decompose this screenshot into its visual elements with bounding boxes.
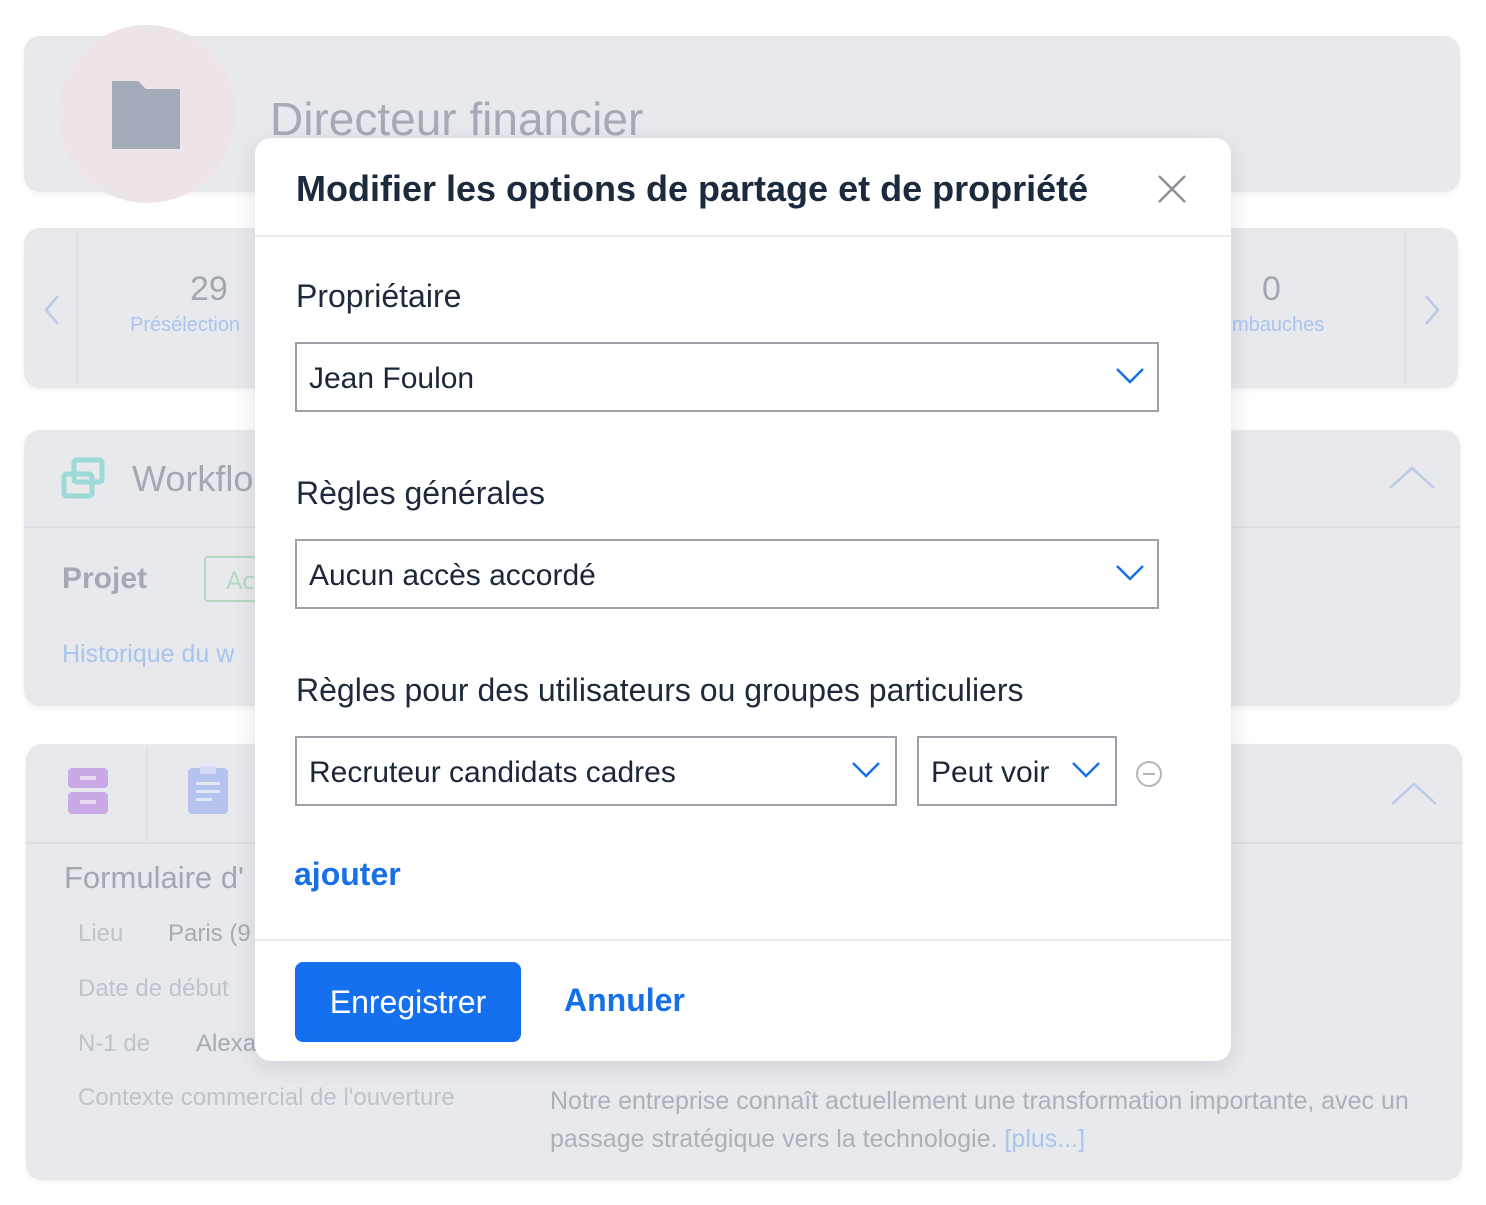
divider: [255, 939, 1231, 941]
field-label: Date de début: [78, 975, 229, 1002]
more-link[interactable]: [plus...]: [1004, 1125, 1085, 1153]
job-avatar: [58, 25, 236, 203]
chevron-up-icon[interactable]: [1390, 780, 1438, 806]
general-rules-select[interactable]: Aucun accès accordé: [295, 539, 1159, 609]
stat-value: 29: [190, 270, 228, 308]
field-value: Paris (9: [168, 920, 251, 947]
field-value: Alexa: [196, 1030, 257, 1057]
rule-permission-select[interactable]: Peut voir: [917, 736, 1117, 806]
owner-select-value: Jean Foulon: [309, 362, 475, 395]
workflow-title: Workflo: [132, 458, 254, 499]
chevron-down-icon: [1116, 368, 1144, 384]
field-label: N-1 de: [78, 1030, 151, 1057]
workflow-history-link[interactable]: Historique du w: [62, 640, 234, 669]
general-rules-select-value: Aucun accès accordé: [309, 559, 596, 592]
owner-label: Propriétaire: [296, 278, 462, 314]
project-label: Projet: [62, 562, 148, 595]
workflow-icon: [61, 457, 105, 499]
close-icon[interactable]: [1155, 172, 1189, 206]
stat-label[interactable]: mbauches: [1232, 314, 1324, 337]
chevron-right-icon[interactable]: [1422, 292, 1442, 328]
chevron-down-icon: [1072, 762, 1100, 778]
save-button[interactable]: Enregistrer: [295, 962, 521, 1042]
stat-value: 0: [1262, 270, 1281, 308]
divider: [255, 235, 1231, 237]
field-label: Contexte commercial de l'ouverture: [78, 1084, 455, 1111]
document-icon[interactable]: [188, 766, 228, 814]
rule-group-select[interactable]: Recruteur candidats cadres: [295, 736, 897, 806]
archive-icon[interactable]: [66, 766, 110, 816]
cancel-button[interactable]: Annuler: [564, 982, 685, 1019]
chevron-down-icon: [1116, 565, 1144, 581]
folder-icon: [112, 81, 180, 149]
chevron-up-icon[interactable]: [1388, 464, 1436, 490]
context-value: Notre entreprise connaît actuellement un…: [550, 1087, 1409, 1153]
divider: [146, 748, 148, 842]
add-rule-link[interactable]: ajouter: [294, 856, 401, 893]
sharing-options-dialog: Modifier les options de partage et de pr…: [255, 138, 1231, 1061]
dialog-title: Modifier les options de partage et de pr…: [296, 168, 1089, 209]
chevron-down-icon: [852, 762, 880, 778]
context-text: Notre entreprise connaît actuellement un…: [550, 1082, 1410, 1158]
specific-rules-label: Règles pour des utilisateurs ou groupes …: [296, 672, 1024, 708]
divider: [76, 232, 78, 384]
form-title: Formulaire d': [64, 860, 244, 895]
remove-rule-icon[interactable]: [1135, 760, 1163, 788]
field-label: Lieu: [78, 920, 124, 947]
owner-select[interactable]: Jean Foulon: [295, 342, 1159, 412]
rule-group-select-value: Recruteur candidats cadres: [309, 756, 676, 789]
rule-permission-select-value: Peut voir: [931, 756, 1050, 789]
chevron-left-icon[interactable]: [42, 292, 62, 328]
divider: [1404, 232, 1406, 384]
stat-label[interactable]: Présélection: [130, 314, 240, 337]
general-rules-label: Règles générales: [296, 475, 546, 511]
